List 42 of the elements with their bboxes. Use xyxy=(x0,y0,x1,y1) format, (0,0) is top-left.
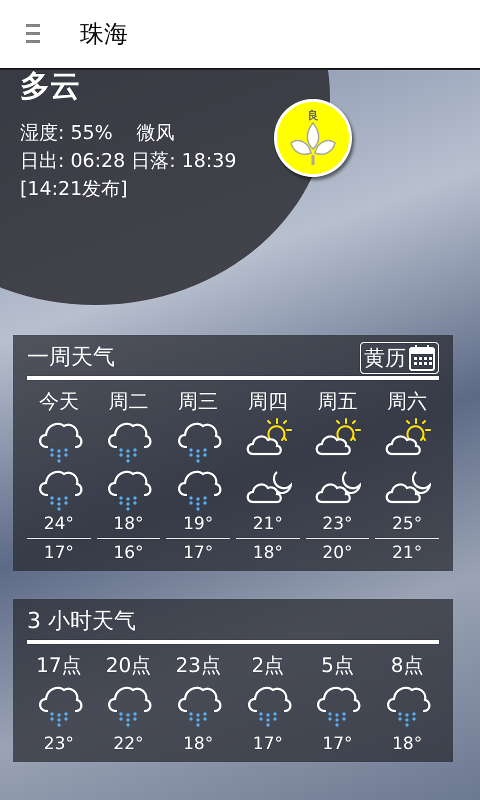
calendar-icon xyxy=(409,344,435,370)
low-temperature: 17° xyxy=(44,542,74,565)
section-title: 3 小时天气 xyxy=(27,608,136,636)
hour-label: 23点 xyxy=(175,652,221,679)
high-temperature: 24° xyxy=(44,513,74,536)
high-temperature: 19° xyxy=(183,513,214,536)
publish-time-text: [14:21发布] xyxy=(20,178,128,200)
almanac-button[interactable]: 黄历 xyxy=(360,342,439,374)
temperature: 22° xyxy=(113,733,144,756)
high-temperature: 18° xyxy=(113,513,144,536)
sun-times-text: 日出: 06:28 日落: 18:39 xyxy=(20,150,236,172)
low-temperature: 20° xyxy=(322,542,353,565)
high-temperature: 23° xyxy=(322,513,353,536)
hour-label: 2点 xyxy=(251,652,284,679)
temperature: 17° xyxy=(252,733,283,756)
menu-icon[interactable] xyxy=(26,24,40,44)
day-label: 周二 xyxy=(108,388,148,415)
hour-label: 5点 xyxy=(321,652,354,679)
high-temperature: 21° xyxy=(252,513,283,536)
humidity-text: 湿度: 55% xyxy=(20,121,113,146)
day-label: 周五 xyxy=(317,388,358,415)
wind-text: 微风 xyxy=(136,121,175,146)
low-temperature: 18° xyxy=(252,542,283,565)
temperature: 23° xyxy=(44,733,74,756)
hour-label: 20点 xyxy=(106,652,152,679)
day-label: 周六 xyxy=(387,388,428,415)
hour-label: 8点 xyxy=(390,652,424,679)
temperature: 17° xyxy=(322,733,353,756)
day-label: 周三 xyxy=(178,388,218,415)
day-label: 今天 xyxy=(38,388,79,415)
temperature: 18° xyxy=(392,733,422,756)
hour-label: 17点 xyxy=(36,652,82,679)
temperature: 18° xyxy=(183,733,214,756)
city-title: 珠海 xyxy=(80,19,128,50)
low-temperature: 16° xyxy=(113,542,144,565)
section-title: 一周天气 xyxy=(27,344,115,372)
low-temperature: 17° xyxy=(183,542,214,565)
high-temperature: 25° xyxy=(392,513,422,536)
condition-text: 多云 xyxy=(20,70,81,103)
low-temperature: 21° xyxy=(392,542,422,565)
leaf-icon xyxy=(289,121,337,165)
day-label: 周四 xyxy=(248,388,288,415)
